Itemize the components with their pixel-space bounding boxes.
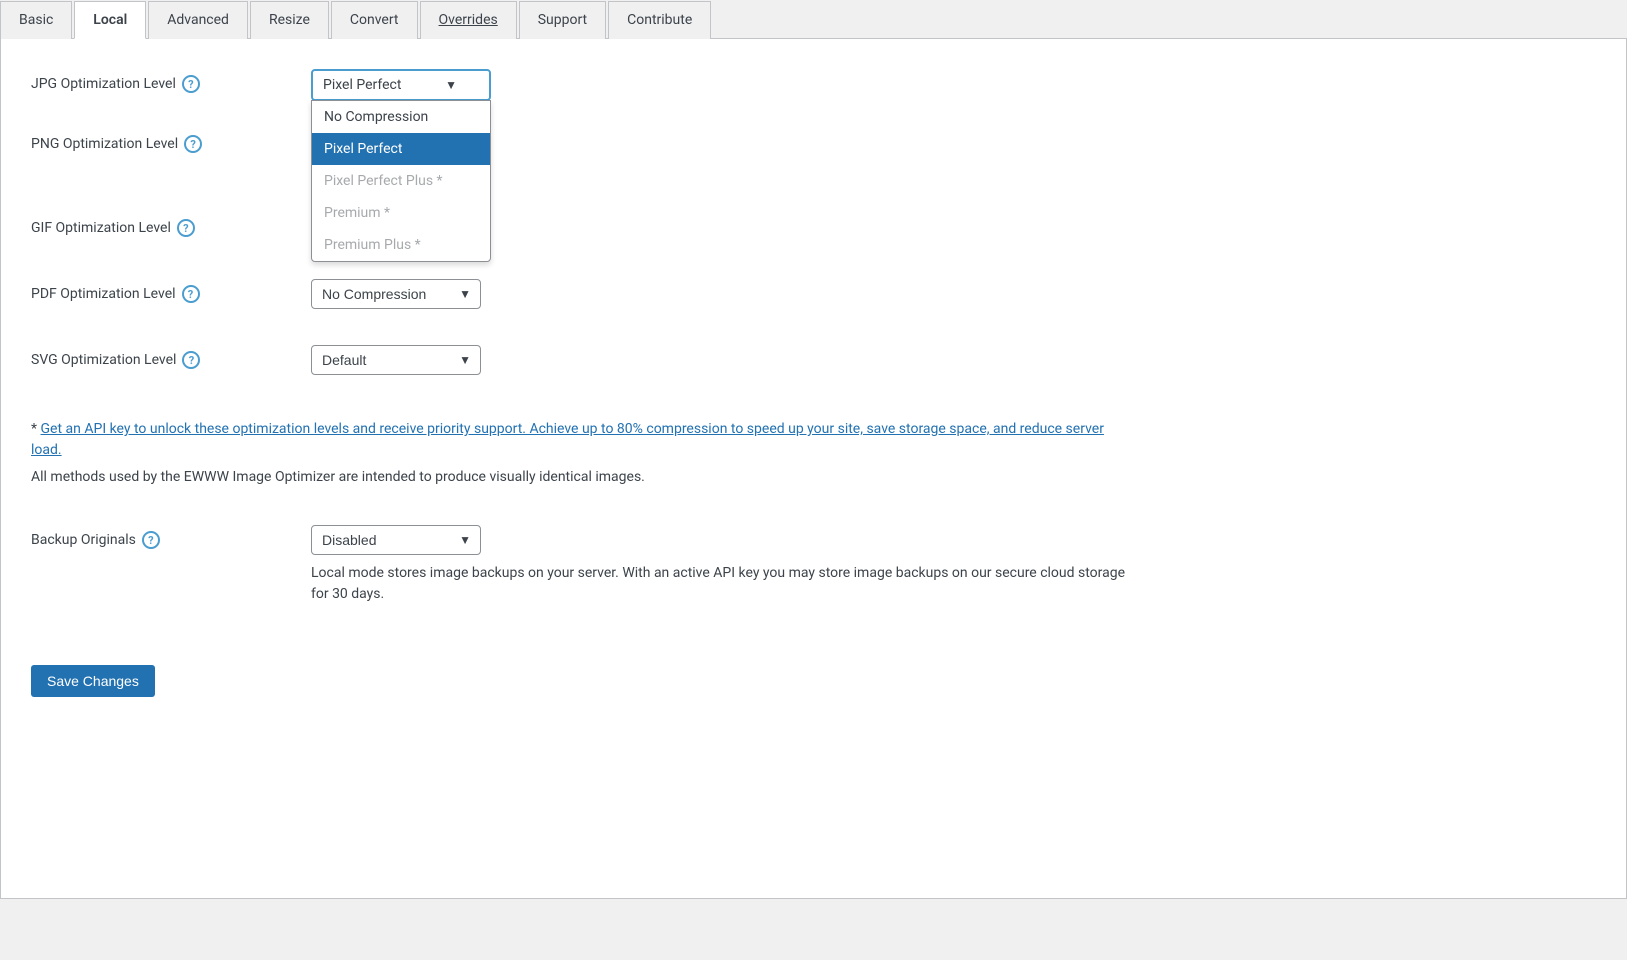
all-methods-note: All methods used by the EWWW Image Optim… bbox=[31, 469, 1131, 485]
png-help-icon[interactable]: ? bbox=[184, 135, 202, 153]
jpg-label: JPG Optimization Level ? bbox=[31, 69, 311, 93]
jpg-option-premium-plus[interactable]: Premium Plus * bbox=[312, 229, 490, 261]
pdf-select[interactable]: No Compression Pixel Perfect Pixel Perfe… bbox=[311, 279, 481, 309]
pdf-help-icon[interactable]: ? bbox=[182, 285, 200, 303]
tab-resize[interactable]: Resize bbox=[250, 1, 329, 39]
jpg-dropdown-trigger[interactable]: Pixel Perfect ▼ bbox=[311, 69, 491, 101]
jpg-option-pixel-perfect-plus[interactable]: Pixel Perfect Plus * bbox=[312, 165, 490, 197]
tab-contribute[interactable]: Contribute bbox=[608, 1, 711, 39]
pdf-control-wrap: No Compression Pixel Perfect Pixel Perfe… bbox=[311, 279, 481, 309]
svg-help-icon[interactable]: ? bbox=[182, 351, 200, 369]
tabs-bar: Basic Local Advanced Resize Convert Over… bbox=[0, 0, 1627, 39]
backup-label: Backup Originals ? bbox=[31, 525, 311, 549]
jpg-help-icon[interactable]: ? bbox=[182, 75, 200, 93]
tab-local[interactable]: Local bbox=[74, 1, 146, 39]
jpg-option-premium[interactable]: Premium * bbox=[312, 197, 490, 229]
tab-convert[interactable]: Convert bbox=[331, 1, 418, 39]
jpg-row: JPG Optimization Level ? Pixel Perfect ▼… bbox=[31, 69, 1596, 101]
backup-control-wrap: Disabled Enabled ▼ Local mode stores ima… bbox=[311, 525, 1131, 605]
pdf-row: PDF Optimization Level ? No Compression … bbox=[31, 279, 1596, 309]
svg-row: SVG Optimization Level ? Default None ▼ bbox=[31, 345, 1596, 375]
tab-support[interactable]: Support bbox=[519, 1, 606, 39]
content-area: JPG Optimization Level ? Pixel Perfect ▼… bbox=[0, 39, 1627, 899]
api-key-section: * Get an API key to unlock these optimiz… bbox=[31, 415, 1131, 485]
backup-select[interactable]: Disabled Enabled bbox=[311, 525, 481, 555]
pdf-label: PDF Optimization Level ? bbox=[31, 279, 311, 303]
jpg-dropdown-list: No Compression Pixel Perfect Pixel Perfe… bbox=[311, 100, 491, 262]
tab-advanced[interactable]: Advanced bbox=[148, 1, 248, 39]
jpg-dropdown-open: Pixel Perfect ▼ No Compression Pixel Per… bbox=[311, 69, 491, 101]
svg-label: SVG Optimization Level ? bbox=[31, 345, 311, 369]
gif-help-icon[interactable]: ? bbox=[177, 219, 195, 237]
gif-label: GIF Optimization Level ? bbox=[31, 213, 311, 237]
backup-select-wrapper: Disabled Enabled ▼ bbox=[311, 525, 481, 555]
tab-overrides[interactable]: Overrides bbox=[420, 1, 517, 39]
save-button[interactable]: Save Changes bbox=[31, 665, 155, 697]
svg-control-wrap: Default None ▼ bbox=[311, 345, 481, 375]
backup-note: Local mode stores image backups on your … bbox=[311, 563, 1131, 605]
pdf-select-wrapper: No Compression Pixel Perfect Pixel Perfe… bbox=[311, 279, 481, 309]
jpg-option-no-compression[interactable]: No Compression bbox=[312, 101, 490, 133]
svg-select-wrapper: Default None ▼ bbox=[311, 345, 481, 375]
png-row: PNG Optimization Level ? bbox=[31, 129, 1596, 153]
svg-select[interactable]: Default None bbox=[311, 345, 481, 375]
backup-row: Backup Originals ? Disabled Enabled ▼ Lo… bbox=[31, 525, 1596, 605]
jpg-control-wrap: Pixel Perfect ▼ No Compression Pixel Per… bbox=[311, 69, 491, 101]
tab-basic[interactable]: Basic bbox=[0, 1, 72, 39]
save-section: Save Changes bbox=[31, 665, 1596, 697]
gif-row: GIF Optimization Level ? No Compression … bbox=[31, 213, 1596, 243]
api-key-note: * Get an API key to unlock these optimiz… bbox=[31, 419, 1131, 461]
png-label: PNG Optimization Level ? bbox=[31, 129, 311, 153]
api-key-link[interactable]: Get an API key to unlock these optimizat… bbox=[31, 421, 1104, 458]
jpg-chevron-icon: ▼ bbox=[445, 78, 457, 92]
backup-help-icon[interactable]: ? bbox=[142, 531, 160, 549]
jpg-option-pixel-perfect[interactable]: Pixel Perfect bbox=[312, 133, 490, 165]
